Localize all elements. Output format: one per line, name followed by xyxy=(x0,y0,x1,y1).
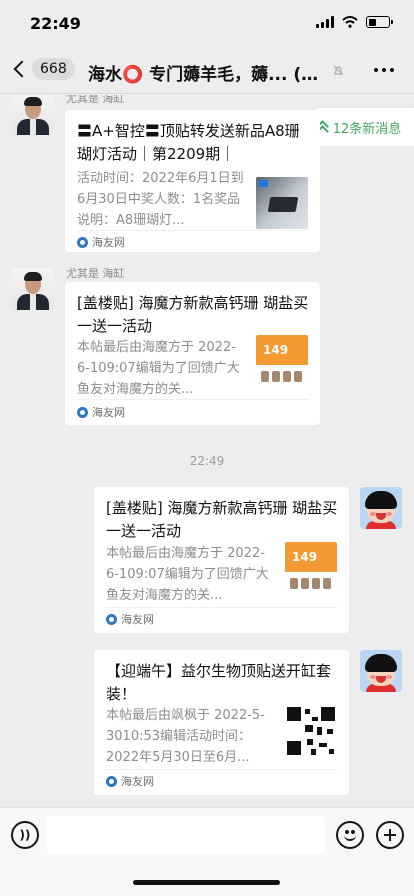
voice-icon: )) xyxy=(19,828,31,842)
card-thumbnail-qr-code xyxy=(285,705,337,757)
sender-name: 尤其是 海缸 xyxy=(66,95,125,105)
mute-bell-icon xyxy=(333,65,344,76)
card-thumbnail: 149 xyxy=(256,335,308,387)
card-source-label: 海友网 xyxy=(121,613,154,626)
card-description: 本帖最后由海魔方于 2022-6-109:07编辑为了回馈广大鱼友对海魔方的关.… xyxy=(77,340,240,397)
card-source: 海友网 xyxy=(77,234,125,250)
card-source-label: 海友网 xyxy=(121,775,154,788)
avatar[interactable] xyxy=(12,95,54,135)
new-messages-label: 12条新消息 xyxy=(332,121,402,137)
card-thumbnail: 149 xyxy=(285,542,337,594)
chat-area[interactable]: 12条新消息 尤其是 海缸 〓A+智控〓顶贴转发送新品A8珊 瑚灯活动｜第220… xyxy=(0,95,414,807)
status-bar: 22:49 xyxy=(0,0,414,48)
avatar[interactable] xyxy=(12,268,54,310)
chat-nav-bar: 668 海水⭕ 专门薅羊毛，薅... (16) xyxy=(0,48,414,94)
status-icons xyxy=(316,16,393,28)
battery-icon xyxy=(366,16,393,28)
back-button[interactable]: 668 xyxy=(12,58,75,80)
card-source: 海友网 xyxy=(77,404,125,420)
more-actions-plus-button[interactable] xyxy=(376,821,404,849)
home-indicator xyxy=(133,880,280,885)
emoji-button[interactable] xyxy=(336,821,364,849)
card-description: 本帖最后由飒枫于 2022-5-3010:53编辑活动时间：2022年5月30日… xyxy=(106,708,265,765)
link-card[interactable]: [盖楼贴] 海魔方新款高钙珊 瑚盐买一送一活动 本帖最后由海魔方于 2022-6… xyxy=(65,282,320,425)
voice-input-button[interactable]: )) xyxy=(11,821,39,849)
chevron-left-icon xyxy=(13,60,31,78)
card-title: 〓A+智控〓顶贴转发送新品A8珊 瑚灯活动｜第2209期｜ xyxy=(77,122,300,163)
chat-title: 海水⭕ 专门薅羊毛，薅... (16) xyxy=(88,65,328,85)
more-options-button[interactable] xyxy=(374,68,394,72)
card-title: [盖楼贴] 海魔方新款高钙珊 瑚盐买一送一活动 xyxy=(77,294,309,335)
haiyou-logo-icon xyxy=(77,406,88,418)
card-source: 海友网 xyxy=(106,611,154,627)
link-card[interactable]: 【迎端午】益尔生物顶贴送开缸套装！ 本帖最后由飒枫于 2022-5-3010:5… xyxy=(94,650,349,795)
my-avatar[interactable] xyxy=(360,650,402,692)
card-source-label: 海友网 xyxy=(92,406,125,419)
haiyou-logo-icon xyxy=(77,236,88,248)
status-time: 22:49 xyxy=(30,14,81,33)
haiyou-logo-icon xyxy=(106,613,117,625)
card-source-label: 海友网 xyxy=(92,236,125,249)
card-title: [盖楼贴] 海魔方新款高钙珊 瑚盐买一送一活动 xyxy=(106,499,338,540)
time-divider: 22:49 xyxy=(189,454,225,468)
link-card[interactable]: [盖楼贴] 海魔方新款高钙珊 瑚盐买一送一活动 本帖最后由海魔方于 2022-6… xyxy=(94,487,349,633)
haiyou-logo-icon xyxy=(106,775,117,787)
card-description: 本帖最后由海魔方于 2022-6-109:07编辑为了回馈广大鱼友对海魔方的关.… xyxy=(106,546,269,603)
card-thumbnail xyxy=(256,177,308,229)
card-title: 【迎端午】益尔生物顶贴送开缸套装！ xyxy=(106,662,332,703)
sender-name: 尤其是 海缸 xyxy=(66,267,125,280)
message-input[interactable] xyxy=(47,816,325,854)
card-description: 活动时间：2022年6月1日到6月30日中奖人数：1名奖品说明：A8珊瑚灯... xyxy=(77,171,244,228)
link-card[interactable]: 〓A+智控〓顶贴转发送新品A8珊 瑚灯活动｜第2209期｜ 活动时间：2022年… xyxy=(65,110,320,252)
signal-icon xyxy=(316,16,334,28)
my-avatar[interactable] xyxy=(360,487,402,529)
unread-count-badge: 668 xyxy=(32,58,75,80)
card-source: 海友网 xyxy=(106,773,154,789)
wifi-icon xyxy=(342,16,358,28)
